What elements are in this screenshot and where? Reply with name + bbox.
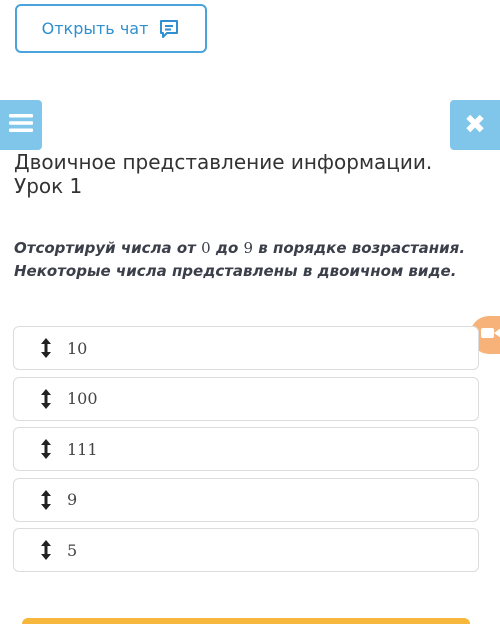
close-icon: ✖ [464,110,486,140]
page-title: Двоичное представление информации. Урок … [14,150,433,198]
hamburger-icon [9,113,33,137]
open-chat-label: Открыть чат [41,19,149,38]
submit-button[interactable] [22,618,470,624]
sortable-item-value: 111 [67,439,98,459]
sortable-item[interactable]: 10 [13,326,479,370]
close-button[interactable]: ✖ [450,100,500,150]
sortable-item[interactable]: 5 [13,528,479,572]
menu-button[interactable] [0,100,42,150]
task-instruction: Отсортируй числа от 0 до 9 в порядке воз… [14,237,474,283]
sortable-item[interactable]: 100 [13,376,479,421]
sortable-item-value: 10 [67,338,88,358]
task-text-part1: Отсортируй числа от [14,239,202,257]
sortable-list: 10 100 111 9 5 [13,326,479,579]
sortable-item[interactable]: 111 [13,427,479,471]
drag-handle-icon[interactable] [40,489,52,510]
drag-handle-icon[interactable] [40,540,52,560]
video-camera-icon [480,325,500,345]
open-chat-button[interactable]: Открыть чат [15,4,207,53]
drag-handle-icon[interactable] [40,338,52,358]
task-text-part2: до [210,239,244,257]
task-number-from: 0 [201,239,211,257]
sortable-item-value: 100 [67,389,98,408]
chat-icon [158,18,180,40]
sortable-item-value: 5 [67,540,78,560]
sortable-item[interactable]: 9 [13,477,479,522]
drag-handle-icon[interactable] [40,439,52,459]
drag-handle-icon[interactable] [40,388,52,409]
task-number-to: 9 [243,239,254,257]
sortable-item-value: 9 [67,490,78,509]
